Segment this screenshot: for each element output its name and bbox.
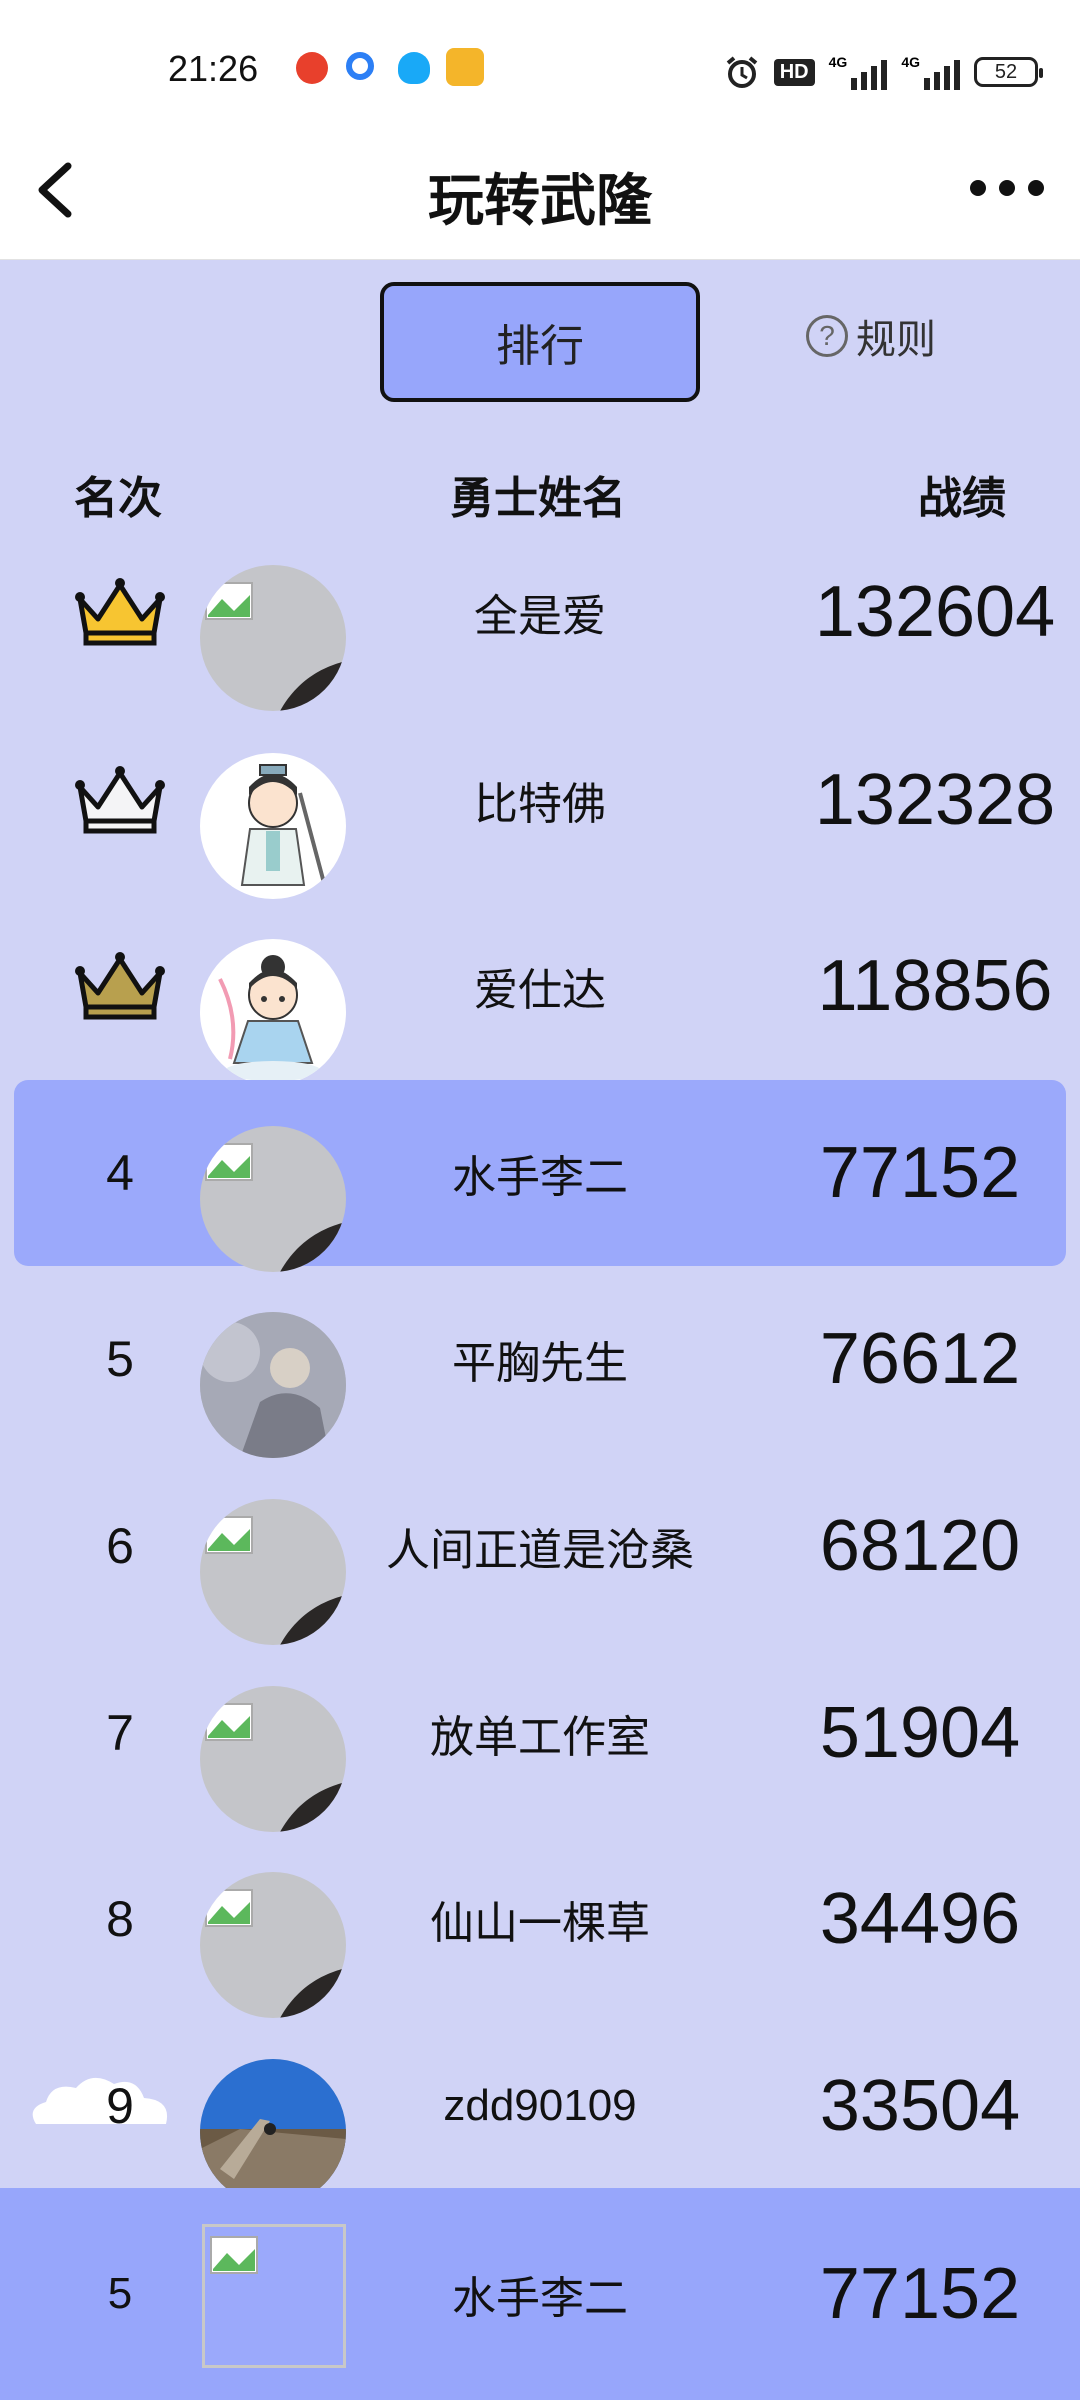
great-wall-photo-avatar xyxy=(200,2059,346,2205)
broken-image-icon xyxy=(210,2236,258,2274)
status-right: HD 4G 4G 52 xyxy=(724,52,1043,92)
table-row: 9 zdd90109 33504 xyxy=(0,2013,1080,2205)
page-title: 玩转武隆 xyxy=(428,169,652,234)
broken-image-icon xyxy=(205,1516,346,1645)
player-score: 132328 xyxy=(814,760,1056,840)
game-app-icon xyxy=(446,48,484,86)
player-name: 仙山一棵草 xyxy=(430,1898,650,1949)
cartoon-fairy-avatar xyxy=(218,955,321,1081)
table-row: 全是爱 132604 xyxy=(0,519,1080,711)
my-score: 77152 xyxy=(819,2254,1021,2334)
my-rank-bar: 5 水手李二 77152 xyxy=(0,2188,1080,2400)
column-header-score: 战绩 xyxy=(918,473,1006,524)
qq-icon xyxy=(398,52,430,84)
broken-image-icon xyxy=(205,1703,346,1832)
rank-cell xyxy=(60,519,180,705)
player-score: 51904 xyxy=(819,1693,1021,1773)
my-rank: 5 xyxy=(107,2269,133,2318)
gold-crown-icon xyxy=(75,578,165,646)
broken-image-icon xyxy=(205,1143,346,1272)
player-name: 人间正道是沧桑 xyxy=(386,1525,694,1576)
rules-label: 规则 xyxy=(856,317,936,363)
table-row: 比特佛 132328 xyxy=(0,707,1080,899)
avatar xyxy=(200,2059,346,2205)
rank-cell: 6 xyxy=(106,1518,134,1574)
player-name: 水手李二 xyxy=(452,1152,628,1203)
weibo-icon xyxy=(296,52,328,84)
signal-icon: 4G xyxy=(901,54,960,90)
rank-cell xyxy=(60,893,180,1079)
bronze-crown-icon xyxy=(75,952,165,1020)
player-name: 全是爱 xyxy=(474,591,606,642)
avatar xyxy=(202,2224,346,2368)
rank-cell: 4 xyxy=(106,1145,134,1201)
avatar xyxy=(200,939,346,1085)
table-row: 8 仙山一棵草 34496 xyxy=(0,1826,1080,2018)
status-time: 21:26 xyxy=(168,48,259,89)
signal-icon: 4G xyxy=(829,54,888,90)
player-score: 132604 xyxy=(814,572,1056,652)
column-header-rank: 名次 xyxy=(74,473,162,524)
rules-link[interactable]: ? 规则 xyxy=(806,306,936,366)
player-name: zdd90109 xyxy=(443,2081,637,2130)
player-name: 爱仕达 xyxy=(474,965,606,1016)
player-name: 放单工作室 xyxy=(430,1712,650,1763)
player-score: 33504 xyxy=(819,2066,1021,2146)
avatar xyxy=(200,753,346,899)
more-dots-icon[interactable] xyxy=(968,170,1046,206)
hd-icon: HD xyxy=(773,58,815,86)
broken-image-icon xyxy=(205,1889,346,2018)
alarm-icon xyxy=(726,56,758,88)
player-name: 比特佛 xyxy=(474,779,606,830)
avatar xyxy=(200,1312,346,1458)
player-score: 77152 xyxy=(819,1133,1021,1213)
player-name: 平胸先生 xyxy=(452,1338,628,1389)
table-row: 7 放单工作室 51904 xyxy=(0,1640,1080,1832)
rank-cell: 5 xyxy=(106,1331,134,1387)
table-row-current-user: 4 水手李二 77152 xyxy=(14,1080,1066,1272)
status-bar: 21:26 HD 4G 4G 52 xyxy=(0,0,1080,140)
avatar xyxy=(200,565,346,711)
battery-icon: 52 xyxy=(974,57,1043,87)
browser-icon xyxy=(346,52,374,80)
cartoon-swordsman-avatar xyxy=(240,764,326,886)
rank-cell xyxy=(60,707,180,893)
rank-cell: 8 xyxy=(106,1891,134,1947)
player-score: 76612 xyxy=(819,1319,1021,1399)
column-header-name: 勇士姓名 xyxy=(450,473,626,524)
header: 玩转武隆 xyxy=(0,120,1080,260)
avatar xyxy=(200,1872,346,2018)
avatar xyxy=(200,1686,346,1832)
question-circle-icon: ? xyxy=(806,315,848,357)
broken-image-icon xyxy=(205,582,346,711)
avatar xyxy=(200,1126,346,1272)
rank-cell: 7 xyxy=(106,1705,134,1761)
tab-rank[interactable]: 排行 xyxy=(380,282,700,402)
player-score: 68120 xyxy=(819,1506,1021,1586)
table-row: 爱仕达 118856 xyxy=(0,893,1080,1085)
player-score: 34496 xyxy=(819,1879,1021,1959)
silver-crown-icon xyxy=(75,766,165,834)
rank-cell: 9 xyxy=(106,2078,134,2134)
avatar xyxy=(200,1499,346,1645)
table-row: 6 人间正道是沧桑 68120 xyxy=(0,1453,1080,1645)
player-score: 118856 xyxy=(817,946,1053,1026)
table-row: 5 平胸先生 76612 xyxy=(0,1266,1080,1458)
photo-avatar xyxy=(200,1312,346,1458)
my-name: 水手李二 xyxy=(452,2273,628,2324)
